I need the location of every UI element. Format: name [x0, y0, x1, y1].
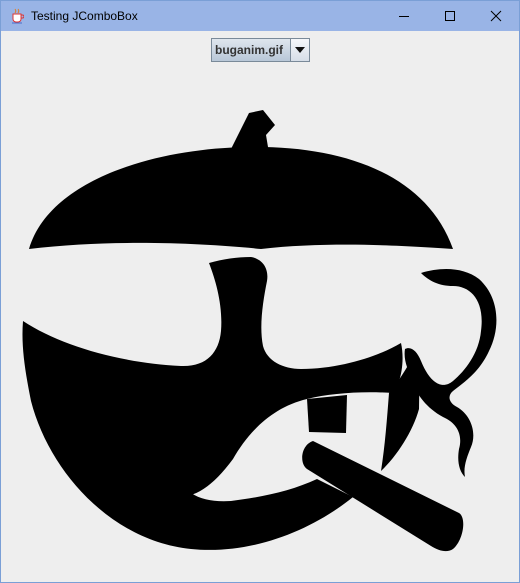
smoke	[404, 269, 497, 477]
bug-stem	[231, 110, 275, 153]
image-combo-box[interactable]: buganim.gif	[211, 38, 310, 62]
window-title: Testing JComboBox	[31, 9, 138, 23]
bug-image	[22, 110, 497, 552]
chevron-down-icon	[295, 47, 305, 53]
maximize-button[interactable]	[427, 1, 473, 31]
bug-tooth	[307, 395, 347, 433]
close-button[interactable]	[473, 1, 519, 31]
close-icon	[490, 10, 502, 22]
maximize-icon	[445, 11, 455, 21]
window-controls	[381, 1, 519, 31]
combo-selected-value: buganim.gif	[215, 43, 283, 57]
content-pane: buganim.gif	[1, 31, 519, 582]
java-cup-icon	[9, 8, 25, 24]
minimize-button[interactable]	[381, 1, 427, 31]
bug-head	[29, 146, 453, 249]
combo-arrow-button[interactable]	[290, 39, 309, 61]
title-bar[interactable]: Testing JComboBox	[1, 1, 519, 31]
app-window: Testing JComboBox buganim.gif	[0, 0, 520, 583]
minimize-icon	[399, 16, 409, 17]
